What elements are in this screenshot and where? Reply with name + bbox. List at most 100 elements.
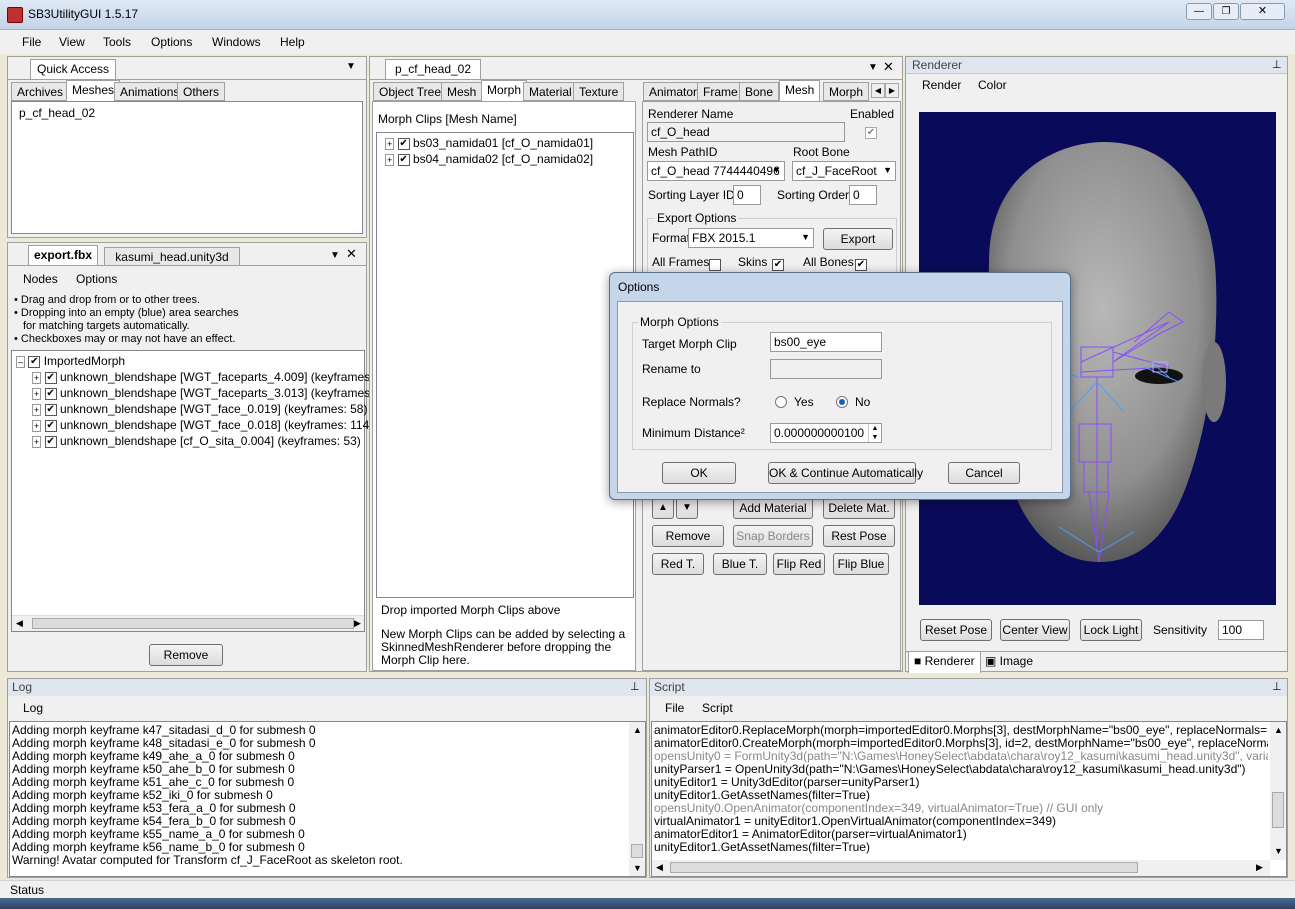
enabled-checkbox[interactable]: ✔ <box>865 125 877 139</box>
close-icon[interactable]: ✕ <box>883 59 894 75</box>
tab-meshes[interactable]: Meshes <box>66 80 121 101</box>
pin-icon[interactable]: ⊥ <box>1272 58 1282 71</box>
flip-red-button[interactable]: Flip Red <box>773 553 825 575</box>
pin-icon[interactable]: ⊥ <box>1272 680 1282 693</box>
menu-file[interactable]: File <box>665 701 684 715</box>
tree-item[interactable]: + ✔ unknown_blendshape [WGT_faceparts_4.… <box>32 371 394 385</box>
reset-pose-button[interactable]: Reset Pose <box>920 619 992 641</box>
list-item[interactable]: p_cf_head_02 <box>19 107 95 120</box>
dialog-title: Options <box>618 280 660 294</box>
close-button[interactable]: ✕ <box>1240 3 1285 20</box>
flip-blue-button[interactable]: Flip Blue <box>833 553 889 575</box>
move-down-button[interactable]: ▼ <box>676 497 698 519</box>
tab-image[interactable]: ▣ Image <box>980 652 1038 671</box>
menu-tools[interactable]: Tools <box>103 35 131 49</box>
snap-borders-button[interactable]: Snap Borders <box>733 525 813 547</box>
horizontal-scrollbar[interactable]: ◀ ▶ <box>12 615 364 631</box>
chevron-down-icon[interactable]: ▼ <box>330 250 340 261</box>
all-frames-checkbox[interactable] <box>709 257 721 271</box>
root-bone-select[interactable]: cf_J_FaceRoot <box>792 161 896 181</box>
tab-scroll-right[interactable]: ▶ <box>885 83 899 98</box>
menu-options[interactable]: Options <box>76 272 117 286</box>
export-button[interactable]: Export <box>823 228 893 250</box>
menu-nodes[interactable]: Nodes <box>23 272 58 286</box>
minimize-button[interactable]: — <box>1186 3 1212 20</box>
menu-script[interactable]: Script <box>702 701 733 715</box>
blue-t-button[interactable]: Blue T. <box>713 553 767 575</box>
add-material-button[interactable]: Add Material <box>733 497 813 519</box>
tab-object-tree[interactable]: Object Tree <box>373 82 448 101</box>
mesh-pathid-select[interactable]: cf_O_head 7744440496 <box>647 161 785 181</box>
tab-quick-access[interactable]: Quick Access <box>30 59 116 80</box>
lock-light-button[interactable]: Lock Light <box>1080 619 1142 641</box>
delete-mat-button[interactable]: Delete Mat. <box>823 497 895 519</box>
cancel-button[interactable]: Cancel <box>948 462 1020 484</box>
tab-others[interactable]: Others <box>177 82 226 101</box>
menu-help[interactable]: Help <box>280 35 305 49</box>
tab-scroll-left[interactable]: ◀ <box>871 83 885 98</box>
menu-file[interactable]: File <box>22 35 41 49</box>
tab-animations[interactable]: Animations <box>114 82 186 101</box>
remove-button[interactable]: Remove <box>652 525 724 547</box>
ok-button[interactable]: OK <box>662 462 736 484</box>
rest-pose-button[interactable]: Rest Pose <box>823 525 895 547</box>
tree-item[interactable]: + ✔ unknown_blendshape [WGT_face_0.019] … <box>32 403 367 417</box>
target-morph-label: Target Morph Clip <box>642 337 737 351</box>
tab-frame[interactable]: Frame <box>697 82 744 101</box>
tree-item[interactable]: + ✔ unknown_blendshape [WGT_faceparts_3.… <box>32 387 394 401</box>
move-up-button[interactable]: ▲ <box>652 497 674 519</box>
sorting-layer-field[interactable]: 0 <box>733 185 761 205</box>
red-t-button[interactable]: Red T. <box>652 553 704 575</box>
menu-windows[interactable]: Windows <box>212 35 261 49</box>
ok-continue-button[interactable]: OK & Continue Automatically <box>768 462 923 484</box>
rename-label: Rename to <box>642 362 701 376</box>
skins-checkbox[interactable]: ✔ <box>772 257 784 271</box>
sensitivity-stepper[interactable]: 100 <box>1218 620 1264 640</box>
tree-item[interactable]: + ✔ bs04_namida02 [cf_O_namida02] <box>385 153 593 167</box>
export-panel: export.fbx kasumi_head.unity3d ▼ ✕ Nodes… <box>7 242 394 672</box>
tab-p-cf-head-02[interactable]: p_cf_head_02 <box>385 59 481 80</box>
min-distance-stepper[interactable]: 0.000000000100 <box>770 423 882 443</box>
chevron-down-icon[interactable]: ▼ <box>346 61 356 72</box>
no-radio[interactable] <box>836 396 848 408</box>
tab-export-fbx[interactable]: export.fbx <box>28 245 99 266</box>
close-icon[interactable]: ✕ <box>346 246 357 262</box>
menu-options[interactable]: Options <box>151 35 192 49</box>
pin-icon[interactable]: ⊥ <box>630 680 640 693</box>
script-text[interactable]: animatorEditor0.ReplaceMorph(morph=impor… <box>651 721 1287 877</box>
remove-button[interactable]: Remove <box>149 644 223 666</box>
sorting-order-field[interactable]: 0 <box>849 185 877 205</box>
center-view-button[interactable]: Center View <box>1000 619 1070 641</box>
horizontal-scrollbar[interactable]: ◀ ▶ <box>652 860 1270 876</box>
tab-renderer[interactable]: ■ Renderer <box>908 652 981 673</box>
chevron-down-icon[interactable]: ▼ <box>868 62 878 73</box>
rename-field[interactable] <box>770 359 882 379</box>
menu-view[interactable]: View <box>59 35 85 49</box>
tab-mesh[interactable]: Mesh <box>779 80 821 101</box>
vertical-scrollbar[interactable]: ▲ ▼ <box>1270 722 1286 860</box>
menu-color[interactable]: Color <box>978 78 1007 92</box>
renderer-name-field[interactable]: cf_O_head <box>647 122 845 142</box>
tree-item[interactable]: + ✔ unknown_blendshape [cf_O_sita_0.004]… <box>32 435 361 449</box>
stepper-arrows[interactable]: ▲ ▼ <box>868 424 881 442</box>
menu-render[interactable]: Render <box>922 78 961 92</box>
yes-radio[interactable] <box>775 396 787 408</box>
tree-item[interactable]: + ✔ bs03_namida01 [cf_O_namida01] <box>385 137 593 151</box>
tab-morph[interactable]: Morph <box>481 80 528 101</box>
tab-animator[interactable]: Animator <box>643 82 704 101</box>
format-select[interactable]: FBX 2015.1 <box>688 228 814 248</box>
tab-texture[interactable]: Texture <box>573 82 625 101</box>
all-bones-checkbox[interactable]: ✔ <box>855 257 867 271</box>
maximize-button[interactable]: ❐ <box>1213 3 1239 20</box>
tree-root[interactable]: – ✔ ImportedMorph <box>16 355 125 369</box>
menu-log[interactable]: Log <box>23 701 43 715</box>
target-morph-field[interactable]: bs00_eye <box>770 332 882 352</box>
tab-bone[interactable]: Bone <box>739 82 780 101</box>
vertical-scrollbar[interactable]: ▲ ▼ <box>629 722 645 876</box>
tab-archives[interactable]: Archives <box>11 82 70 101</box>
tab-kasumi-head[interactable]: kasumi_head.unity3d <box>104 247 240 266</box>
tab-morph[interactable]: Morph <box>823 82 870 101</box>
tab-mesh[interactable]: Mesh <box>441 82 483 101</box>
tree-item[interactable]: + ✔ unknown_blendshape [WGT_face_0.018] … <box>32 419 373 433</box>
tab-material[interactable]: Material <box>523 82 578 101</box>
